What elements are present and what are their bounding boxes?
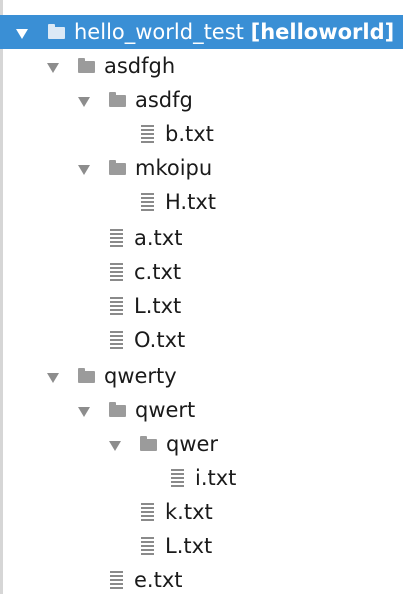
tree-node-folder[interactable]: mkoipu — [0, 151, 403, 185]
tree-node-file[interactable]: i.txt — [0, 461, 403, 495]
expand-arrow-icon[interactable] — [78, 407, 90, 417]
tree-node-file[interactable]: k.txt — [0, 495, 403, 529]
expand-arrow-icon[interactable] — [47, 373, 59, 383]
project-tree: hello_world_test [helloworld] asdfgh asd… — [0, 0, 403, 594]
folder-icon — [109, 160, 126, 175]
tree-node-folder[interactable]: asdfg — [0, 83, 403, 117]
text-file-icon — [141, 537, 154, 555]
tree-node-label: qwert — [135, 398, 196, 422]
root-folder-name: hello_world_test — [74, 20, 244, 44]
text-file-icon — [110, 571, 123, 589]
text-file-icon — [171, 469, 184, 487]
tree-node-file[interactable]: a.txt — [0, 221, 403, 255]
tree-node-label: L.txt — [134, 294, 182, 318]
tree-node-label: asdfgh — [104, 54, 176, 78]
text-file-icon — [110, 297, 123, 315]
folder-icon — [78, 368, 95, 383]
tree-node-file[interactable]: O.txt — [0, 323, 403, 357]
tree-node-label: qwer — [166, 432, 219, 456]
text-file-icon — [110, 229, 123, 247]
tree-node-label: H.txt — [165, 190, 216, 214]
folder-icon — [109, 92, 126, 107]
folder-icon — [109, 402, 126, 417]
tree-node-label: e.txt — [134, 568, 183, 592]
tree-node-folder[interactable]: qwerty — [0, 359, 403, 393]
tree-node-file[interactable]: L.txt — [0, 529, 403, 563]
tree-node-label: c.txt — [134, 260, 182, 284]
tree-node-label: L.txt — [165, 534, 213, 558]
tree-node-root[interactable]: hello_world_test [helloworld] — [0, 15, 403, 49]
tree-node-label: b.txt — [165, 122, 214, 146]
tree-node-label: hello_world_test [helloworld] — [74, 19, 394, 45]
tree-node-folder[interactable]: qwer — [0, 427, 403, 461]
tree-node-file[interactable]: c.txt — [0, 255, 403, 289]
tree-node-label: qwerty — [104, 364, 177, 388]
module-name: [helloworld] — [250, 20, 395, 44]
tree-node-file[interactable]: H.txt — [0, 185, 403, 219]
tree-node-label: mkoipu — [135, 156, 213, 180]
folder-icon — [48, 24, 65, 39]
expand-arrow-icon[interactable] — [109, 441, 121, 451]
text-file-icon — [110, 263, 123, 281]
tree-node-label: O.txt — [134, 328, 186, 352]
tree-node-file[interactable]: b.txt — [0, 117, 403, 151]
expand-arrow-icon[interactable] — [78, 97, 90, 107]
tree-node-folder[interactable]: asdfgh — [0, 49, 403, 83]
text-file-icon — [141, 503, 154, 521]
expand-arrow-icon[interactable] — [16, 29, 28, 39]
tree-node-label: a.txt — [134, 226, 183, 250]
expand-arrow-icon[interactable] — [78, 165, 90, 175]
expand-arrow-icon[interactable] — [47, 63, 59, 73]
text-file-icon — [110, 331, 123, 349]
tree-node-label: asdfg — [135, 88, 193, 112]
tree-node-folder[interactable]: qwert — [0, 393, 403, 427]
tree-node-file[interactable]: e.txt — [0, 563, 403, 594]
folder-icon — [140, 436, 157, 451]
tree-node-label: k.txt — [165, 500, 213, 524]
folder-icon — [78, 58, 95, 73]
text-file-icon — [141, 125, 154, 143]
tree-node-label: i.txt — [195, 466, 237, 490]
text-file-icon — [141, 193, 154, 211]
tree-node-file[interactable]: L.txt — [0, 289, 403, 323]
